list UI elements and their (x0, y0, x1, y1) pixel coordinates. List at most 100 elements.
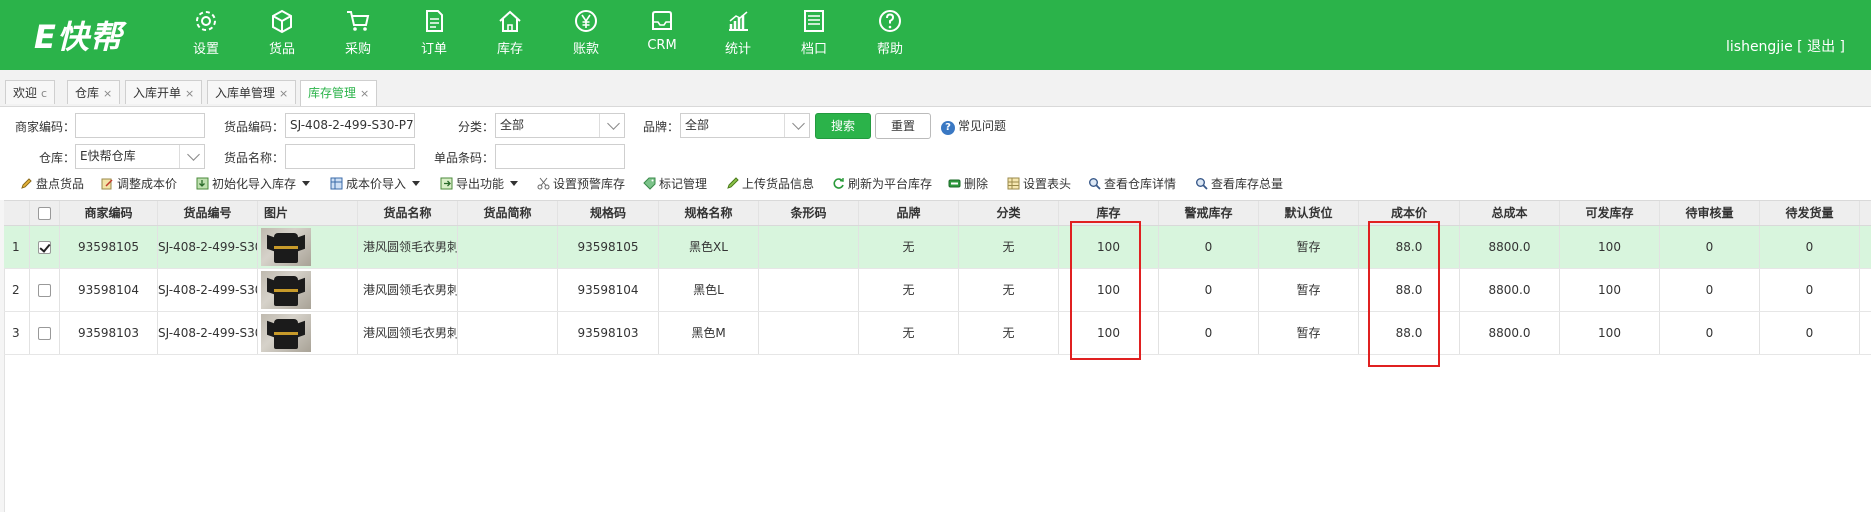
search-button[interactable]: 搜索 (815, 113, 871, 139)
caret-down-icon[interactable] (510, 181, 519, 186)
select-all-checkbox[interactable] (38, 207, 51, 220)
tool-upload-goods[interactable]: 上传货品信息 (726, 172, 814, 196)
tool-set-header[interactable]: 设置表头 (1007, 172, 1071, 196)
tool-view-total[interactable]: 查看库存总量 (1195, 172, 1283, 196)
faq-link[interactable]: ? 常见问题 (941, 117, 1006, 135)
tool-stocktake[interactable]: 盘点货品 (20, 172, 84, 196)
goods-thumbnail[interactable] (261, 271, 311, 309)
tab-stock-in[interactable]: 入库开单 × (125, 80, 203, 104)
row-select[interactable] (30, 312, 60, 354)
tab-warehouse[interactable]: 仓库 × (67, 80, 121, 104)
tool-export[interactable]: 导出功能 (440, 172, 519, 196)
category-label: 分类： (458, 120, 495, 134)
nav-help[interactable]: 帮助 (852, 8, 928, 57)
nav-orders[interactable]: 订单 (396, 8, 472, 57)
row-checkbox[interactable] (38, 327, 51, 340)
table-row[interactable]: 193598105SJ-408-2-499-S30-P7港风圆领毛衣男刺绣935… (4, 226, 1871, 269)
goods-thumbnail[interactable] (261, 228, 311, 266)
tool-view-warehouse[interactable]: 查看仓库详情 (1088, 172, 1176, 196)
row-checkbox[interactable] (38, 284, 51, 297)
row-number: 2 (4, 269, 30, 311)
tool-set-alert[interactable]: 设置预警库存 (537, 172, 625, 196)
goods-code-input[interactable]: SJ-408-2-499-S30-P7 (285, 113, 415, 138)
col-pending-review[interactable]: 待审核量 (1660, 201, 1760, 225)
tab-label: 仓库 (75, 86, 100, 100)
inbox-icon (652, 11, 672, 30)
tool-label: 初始化导入库存 (212, 177, 297, 191)
close-icon[interactable]: × (279, 87, 288, 100)
col-goods-short-name[interactable]: 货品简称 (458, 201, 558, 225)
col-goods-name[interactable]: 货品名称 (358, 201, 458, 225)
edit-icon (101, 178, 113, 190)
export-icon (440, 177, 453, 190)
col-image[interactable]: 图片 (258, 201, 358, 225)
col-alert-stock[interactable]: 警戒库存 (1159, 201, 1259, 225)
col-total-cost[interactable]: 总成本 (1460, 201, 1560, 225)
close-icon[interactable]: × (103, 87, 112, 100)
cell-pending-review: 0 (1660, 226, 1760, 268)
table-row[interactable]: 393598103SJ-408-2-499-S30-P7港风圆领毛衣男刺绣935… (4, 312, 1871, 355)
reset-button[interactable]: 重置 (875, 113, 931, 139)
nav-label: 统计 (724, 42, 751, 57)
col-default-location[interactable]: 默认货位 (1259, 201, 1359, 225)
goods-thumbnail[interactable] (261, 314, 311, 352)
nav-goods[interactable]: 货品 (244, 8, 320, 57)
tool-label: 查看库存总量 (1211, 177, 1284, 191)
col-merchant-code[interactable]: 商家编码 (60, 201, 158, 225)
nav-accounts[interactable]: 账款 (548, 8, 624, 57)
tool-adjust-cost[interactable]: 调整成本价 (101, 172, 177, 196)
tool-tag-manage[interactable]: 标记管理 (643, 172, 707, 196)
tool-refresh-platform[interactable]: 刷新为平台库存 (832, 172, 932, 196)
col-spec-name[interactable]: 规格名称 (659, 201, 759, 225)
col-brand[interactable]: 品牌 (859, 201, 959, 225)
goods-image-cell[interactable] (258, 312, 358, 354)
nav-purchase[interactable]: 采购 (320, 8, 396, 57)
goods-name-input[interactable] (285, 144, 415, 169)
cell-available: 100 (1560, 226, 1660, 268)
tool-init-import[interactable]: 初始化导入库存 (196, 172, 311, 196)
app-logo[interactable]: E快帮 (34, 12, 123, 58)
nav-inventory[interactable]: 库存 (472, 8, 548, 57)
goods-image-cell[interactable] (258, 269, 358, 311)
header-select-all[interactable] (30, 201, 60, 225)
category-select[interactable]: 全部 (495, 113, 625, 138)
user-area: lishengjie [ 退出 ] (1726, 36, 1845, 56)
goods-image-cell[interactable] (258, 226, 358, 268)
brand-select[interactable]: 全部 (680, 113, 810, 138)
row-checkbox[interactable] (38, 241, 51, 254)
row-select[interactable] (30, 269, 60, 311)
cell-available: 100 (1560, 269, 1660, 311)
col-goods-code[interactable]: 货品编号 (158, 201, 258, 225)
logout-link[interactable]: [ 退出 ] (1797, 39, 1845, 55)
row-select[interactable] (30, 226, 60, 268)
cell-barcode (759, 269, 859, 311)
cell-category: 无 (959, 226, 1059, 268)
caret-down-icon[interactable] (412, 181, 421, 186)
tool-delete[interactable]: 删除 (948, 172, 988, 196)
tab-welcome[interactable]: 欢迎 c (5, 80, 56, 104)
barcode-input[interactable] (495, 144, 625, 169)
caret-down-icon[interactable] (302, 181, 311, 186)
col-spec-code[interactable]: 规格码 (558, 201, 659, 225)
tab-inventory-manage[interactable]: 库存管理 × (300, 80, 378, 106)
col-barcode[interactable]: 条形码 (759, 201, 859, 225)
merchant-code-input[interactable] (75, 113, 205, 138)
nav-stall[interactable]: 档口 (776, 8, 852, 57)
col-category[interactable]: 分类 (959, 201, 1059, 225)
warehouse-select[interactable]: E快帮仓库 (75, 144, 205, 169)
cell-short (458, 226, 558, 268)
nav-statistics[interactable]: 统计 (700, 8, 776, 57)
col-available-stock[interactable]: 可发库存 (1560, 201, 1660, 225)
goods-code-label: 货品编码： (224, 120, 285, 134)
nav-settings[interactable]: 设置 (168, 8, 244, 57)
close-icon[interactable]: × (360, 87, 369, 100)
refresh-icon[interactable]: c (41, 87, 47, 100)
table-row[interactable]: 293598104SJ-408-2-499-S30-P7港风圆领毛衣男刺绣935… (4, 269, 1871, 312)
col-pending-ship[interactable]: 待发货量 (1760, 201, 1860, 225)
cell-merchant-code: 93598105 (60, 226, 158, 268)
nav-crm[interactable]: CRM (624, 8, 700, 57)
tab-stock-in-manage[interactable]: 入库单管理 × (207, 80, 297, 104)
tool-cost-import[interactable]: 成本价导入 (330, 172, 421, 196)
close-icon[interactable]: × (185, 87, 194, 100)
warehouse-value: E快帮仓库 (80, 149, 136, 163)
